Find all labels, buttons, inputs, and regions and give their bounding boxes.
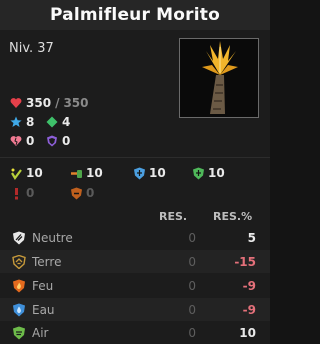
hp-max: 350 (63, 96, 89, 110)
resist-row-earth-pct: -15 (234, 254, 256, 269)
resist-row-air-pct: 10 (239, 325, 256, 340)
resist-row-neutral-res: 0 (188, 230, 196, 245)
shield-stat: 0 (46, 134, 70, 148)
title-bar: Palmifleur Morito (0, 0, 270, 30)
damage-stat-3-value: 10 (149, 166, 166, 180)
resist-row-neutral-label: Neutre (32, 230, 73, 245)
damage-stat-6: 0 (70, 186, 94, 200)
palm-tree-icon (202, 41, 238, 114)
resist-row-air: Air 0 10 (0, 321, 270, 344)
damage-stat-4: 10 (192, 166, 225, 180)
damage-stat-3: 10 (133, 166, 166, 180)
resist-row-earth: Terre 0 -15 (0, 250, 270, 273)
push-shield-icon (71, 187, 82, 199)
monster-portrait (179, 38, 259, 118)
resist-row-air-res: 0 (188, 325, 196, 340)
resist-row-earth-res: 0 (188, 254, 196, 269)
resist-row-earth-label: Terre (32, 254, 62, 269)
hp-stat: 350 / 350 (10, 96, 89, 110)
shield-green-icon (193, 167, 204, 179)
resist-row-fire-label: Feu (32, 278, 54, 293)
resist-row-water-res: 0 (188, 302, 196, 317)
monster-name: Palmifleur Morito (49, 5, 220, 25)
damage-stat-5: 0 (10, 186, 34, 200)
star-icon (10, 116, 22, 127)
column-header-res-percent: RES.% (213, 210, 253, 223)
resist-row-neutral-pct: 5 (247, 230, 256, 245)
mp-stat: 4 (46, 115, 70, 129)
fire-element-icon (13, 279, 25, 292)
resist-row-fire: Feu 0 -9 (0, 274, 270, 297)
resist-row-fire-pct: -9 (242, 278, 256, 293)
resist-row-water-label: Eau (32, 302, 55, 317)
damage-stat-6-value: 0 (86, 186, 95, 200)
earth-element-icon (12, 254, 26, 269)
broken-heart-icon (10, 136, 22, 146)
neutral-element-icon (13, 231, 25, 244)
section-divider (0, 157, 270, 158)
resist-row-water: Eau 0 -9 (0, 298, 270, 321)
push-icon (71, 169, 82, 178)
resist-row-fire-res: 0 (188, 278, 196, 293)
shield-icon (47, 135, 57, 147)
ap-value: 8 (26, 115, 35, 129)
sparkle-icon (11, 168, 22, 180)
column-header-res: RES. (159, 210, 188, 223)
damage-stat-4-value: 10 (208, 166, 225, 180)
erosion-value: 0 (26, 134, 35, 148)
resist-row-neutral: Neutre 0 5 (0, 226, 270, 249)
monster-level: Niv. 37 (9, 41, 54, 56)
air-element-icon (13, 326, 25, 339)
damage-stat-1: 10 (10, 166, 43, 180)
ap-stat: 8 (10, 115, 34, 129)
resist-row-water-pct: -9 (242, 302, 256, 317)
water-element-icon (13, 303, 25, 316)
damage-stat-1-value: 10 (26, 166, 43, 180)
shield-blue-icon (134, 167, 145, 179)
damage-stat-5-value: 0 (26, 186, 35, 200)
heart-icon (10, 98, 22, 108)
hp-value: 350 (26, 96, 52, 110)
shield-value: 0 (62, 134, 71, 148)
mp-value: 4 (62, 115, 71, 129)
hp-separator: / (55, 96, 60, 110)
diamond-icon (46, 116, 58, 128)
resist-row-air-label: Air (32, 325, 49, 340)
damage-stat-2-value: 10 (86, 166, 103, 180)
critical-icon (15, 187, 18, 199)
erosion-stat: 0 (10, 134, 34, 148)
damage-stat-2: 10 (70, 166, 103, 180)
